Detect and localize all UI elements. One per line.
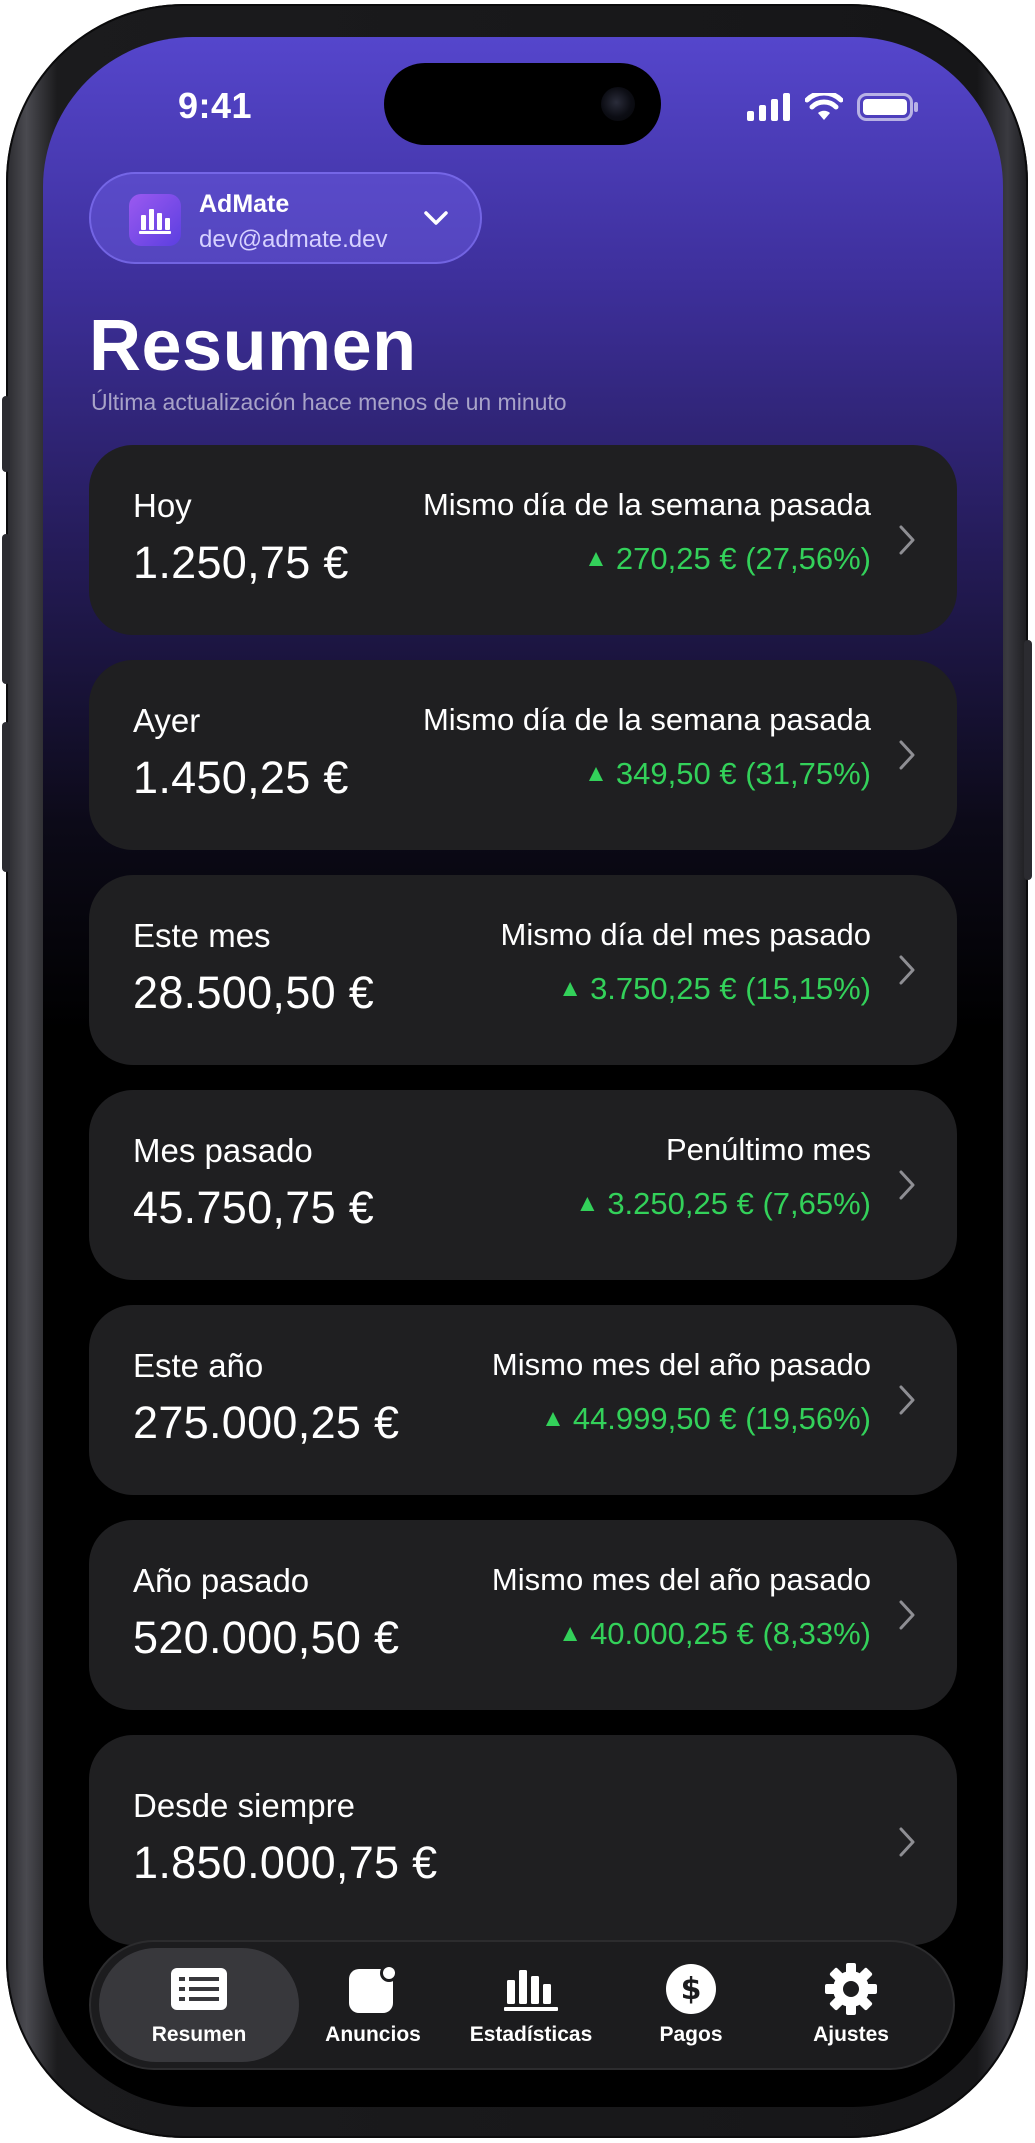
summary-card-last-month[interactable]: Mes pasado 45.750,75 € Penúltimo mes ▲ 3.… xyxy=(89,1090,957,1280)
camera-icon xyxy=(601,87,635,121)
tab-anuncios[interactable]: Anuncios xyxy=(303,1948,443,2062)
up-arrow-icon: ▲ xyxy=(558,1620,583,1647)
chevron-right-icon xyxy=(899,1827,915,1857)
up-arrow-icon: ▲ xyxy=(575,1190,600,1217)
summary-card-this-month[interactable]: Este mes 28.500,50 € Mismo día del mes p… xyxy=(89,875,957,1065)
chevron-right-icon xyxy=(899,955,915,985)
card-label: Año pasado xyxy=(133,1562,310,1599)
card-delta: ▲ 349,50 € (31,75%) xyxy=(584,756,871,792)
card-compare-label: Penúltimo mes xyxy=(665,1132,871,1167)
tab-label: Resumen xyxy=(151,2023,247,2046)
tab-ajustes[interactable]: Ajustes xyxy=(781,1948,921,2062)
ads-icon xyxy=(349,1964,398,2013)
tab-estadisticas[interactable]: Estadísticas xyxy=(451,1948,611,2062)
card-delta: ▲ 3.250,25 € (7,65%) xyxy=(576,1186,871,1222)
stats-icon xyxy=(504,1970,558,2011)
card-delta: ▲ 270,25 € (27,56%) xyxy=(584,541,871,577)
volume-down-button xyxy=(2,722,10,872)
up-arrow-icon: ▲ xyxy=(584,760,608,787)
card-label: Desde siempre xyxy=(133,1787,355,1824)
up-arrow-icon: ▲ xyxy=(558,975,583,1002)
card-delta: ▲ 3.750,25 € (15,15%) xyxy=(558,971,871,1007)
account-email: dev@admate.dev xyxy=(199,226,388,253)
tab-pagos[interactable]: $ Pagos xyxy=(621,1948,761,2062)
tab-label: Anuncios xyxy=(325,2023,421,2046)
tab-bar: Resumen Anuncios Estadísticas $ Pagos Aj… xyxy=(89,1940,955,2070)
summary-card-yesterday[interactable]: Ayer 1.450,25 € Mismo día de la semana p… xyxy=(89,660,957,850)
card-label: Ayer xyxy=(133,702,201,739)
card-label: Mes pasado xyxy=(133,1132,313,1169)
chevron-right-icon xyxy=(899,525,915,555)
card-delta-value: 3.750,25 € (15,15%) xyxy=(590,971,871,1006)
tab-label: Ajustes xyxy=(813,2023,889,2046)
summary-icon xyxy=(171,1968,227,2010)
card-compare-label: Mismo día del mes pasado xyxy=(500,917,871,952)
up-arrow-icon: ▲ xyxy=(541,1405,565,1432)
chevron-right-icon xyxy=(899,740,915,770)
card-delta-value: 349,50 € (31,75%) xyxy=(615,756,871,791)
card-value: 1.450,25 € xyxy=(133,752,349,803)
summary-card-last-year[interactable]: Año pasado 520.000,50 € Mismo mes del añ… xyxy=(89,1520,957,1710)
up-arrow-icon: ▲ xyxy=(584,545,608,572)
action-button xyxy=(2,396,10,472)
account-switcher[interactable]: AdMate dev@admate.dev xyxy=(89,172,482,264)
card-compare-label: Mismo mes del año pasado xyxy=(491,1562,871,1597)
card-delta: ▲ 40.000,25 € (8,33%) xyxy=(558,1616,871,1652)
card-compare-label: Mismo día de la semana pasada xyxy=(422,487,871,522)
card-value: 28.500,50 € xyxy=(133,967,375,1018)
card-value: 275.000,25 € xyxy=(133,1397,400,1448)
wifi-icon xyxy=(805,93,843,120)
tab-label: Estadísticas xyxy=(469,2023,593,2046)
account-name: AdMate xyxy=(199,190,290,218)
card-label: Este mes xyxy=(133,917,271,954)
card-label: Este año xyxy=(133,1347,264,1384)
svg-text:$: $ xyxy=(681,1972,702,2007)
card-value: 520.000,50 € xyxy=(133,1612,400,1663)
page-title: Resumen xyxy=(89,306,417,386)
card-delta-value: 40.000,25 € (8,33%) xyxy=(590,1616,871,1651)
card-value: 1.850.000,75 € xyxy=(133,1837,438,1888)
dynamic-island xyxy=(384,63,661,145)
tab-resumen[interactable]: Resumen xyxy=(99,1948,299,2062)
chevron-down-icon xyxy=(424,211,448,225)
card-value: 45.750,75 € xyxy=(133,1182,375,1233)
card-value: 1.250,75 € xyxy=(133,537,349,588)
phone-frame: 9:41 AdMate dev@admate.dev Resumen Últim… xyxy=(2,4,1032,2138)
power-button xyxy=(1024,640,1032,880)
summary-card-this-year[interactable]: Este año 275.000,25 € Mismo mes del año … xyxy=(89,1305,957,1495)
battery-icon xyxy=(857,93,918,121)
summary-card-today[interactable]: Hoy 1.250,75 € Mismo día de la semana pa… xyxy=(89,445,957,635)
chevron-right-icon xyxy=(899,1170,915,1200)
summary-card-all-time[interactable]: Desde siempre 1.850.000,75 € xyxy=(89,1735,957,1945)
card-delta-value: 270,25 € (27,56%) xyxy=(615,541,871,576)
gear-icon xyxy=(825,1963,877,2015)
screen: 9:41 AdMate dev@admate.dev Resumen Últim… xyxy=(43,37,1003,2107)
card-delta: ▲ 44.999,50 € (19,56%) xyxy=(541,1401,871,1437)
chevron-right-icon xyxy=(899,1600,915,1630)
card-delta-value: 3.250,25 € (7,65%) xyxy=(607,1186,871,1221)
last-updated: Última actualización hace menos de un mi… xyxy=(91,389,567,415)
volume-up-button xyxy=(2,534,10,684)
app-logo-icon xyxy=(129,194,181,246)
signal-icon xyxy=(747,93,790,121)
status-time: 9:41 xyxy=(178,85,253,126)
tab-label: Pagos xyxy=(659,2023,723,2046)
card-compare-label: Mismo día de la semana pasada xyxy=(422,702,871,737)
dollar-icon: $ xyxy=(666,1964,716,2014)
status-icons xyxy=(747,93,919,121)
chevron-right-icon xyxy=(899,1385,915,1415)
card-label: Hoy xyxy=(133,487,192,524)
card-compare-label: Mismo mes del año pasado xyxy=(491,1347,871,1382)
card-delta-value: 44.999,50 € (19,56%) xyxy=(572,1401,871,1436)
